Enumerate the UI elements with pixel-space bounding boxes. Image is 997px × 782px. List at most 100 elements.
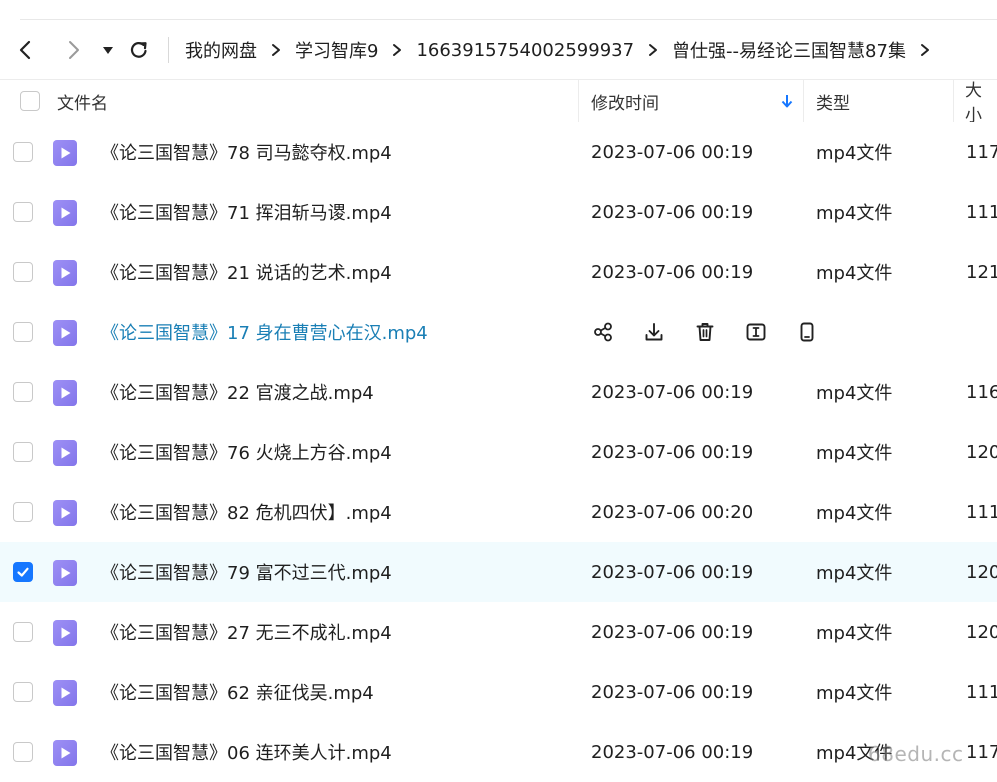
breadcrumb-item-current[interactable]: 曾仕强--易经论三国智慧87集 [672, 37, 906, 63]
file-row[interactable]: 《论三国智慧》22 官渡之战.mp4 2023-07-06 00:19 mp4文件 1… [0, 362, 997, 422]
file-row[interactable]: 《论三国智慧》21 说话的艺术.mp4 2023-07-06 00:19 mp4文件… [0, 242, 997, 302]
file-row[interactable]: 《论三国智慧》62 亲征伐吴.mp4 2023-07-06 00:19 mp4文件 1… [0, 662, 997, 722]
column-header-modified[interactable]: 修改时间 [591, 80, 659, 122]
file-modified-time: 2023-07-06 00:19 [591, 381, 754, 403]
download-button[interactable] [641, 319, 667, 345]
file-row[interactable]: 《论三国智慧》06 连环美人计.mp4 2023-07-06 00:19 mp4文件… [0, 722, 997, 782]
row-checkbox[interactable] [13, 382, 33, 402]
column-header-type[interactable]: 类型 [816, 80, 850, 122]
file-name[interactable]: 《论三国智慧》79 富不过三代.mp4 [101, 542, 392, 602]
file-row[interactable]: 《论三国智慧》76 火烧上方谷.mp4 2023-07-06 00:19 mp4文件… [0, 422, 997, 482]
refresh-icon [130, 42, 147, 58]
file-type: mp4文件 [816, 443, 893, 464]
breadcrumb-item-folder[interactable]: 1663915754002599937 [416, 40, 634, 61]
watermark: 68edu.cc [868, 742, 964, 766]
file-modified-time: 2023-07-06 00:19 [591, 441, 754, 463]
file-name[interactable]: 《论三国智慧》22 官渡之战.mp4 [101, 362, 374, 422]
file-row[interactable]: 《论三国智慧》71 挥泪斩马谡.mp4 2023-07-06 00:19 mp4文件… [0, 182, 997, 242]
chevron-right-icon [271, 43, 281, 57]
file-modified-time: 2023-07-06 00:19 [591, 681, 754, 703]
file-size: 120 [966, 561, 997, 583]
column-divider [953, 80, 954, 122]
video-file-icon [52, 619, 78, 647]
sort-down-arrow-icon[interactable] [780, 80, 794, 122]
file-size: 120 [966, 621, 997, 643]
delete-icon [694, 321, 716, 343]
video-file-icon [52, 319, 78, 347]
breadcrumb-item-root[interactable]: 我的网盘 [185, 37, 257, 63]
file-name[interactable]: 《论三国智慧》17 身在曹营心在汉.mp4 [101, 302, 428, 362]
select-all-checkbox[interactable] [20, 80, 40, 122]
column-header-size[interactable]: 大小 [965, 80, 997, 122]
file-type: mp4文件 [816, 503, 893, 524]
column-divider [803, 80, 804, 122]
file-name[interactable]: 《论三国智慧》82 危机四伏】.mp4 [101, 482, 392, 542]
row-checkbox[interactable] [13, 262, 33, 282]
row-checkbox[interactable] [13, 682, 33, 702]
back-button[interactable] [10, 34, 42, 66]
file-modified-time: 2023-07-06 00:19 [591, 741, 754, 763]
breadcrumb-item-folder[interactable]: 学习智库9 [295, 37, 378, 63]
file-name[interactable]: 《论三国智慧》76 火烧上方谷.mp4 [101, 422, 392, 482]
row-checkbox[interactable] [13, 742, 33, 762]
breadcrumb: 我的网盘 学习智库9 1663915754002599937 曾仕强--易经论三… [185, 20, 944, 80]
video-file-icon [52, 559, 78, 587]
rename-button[interactable] [743, 319, 769, 345]
row-checkbox[interactable] [13, 562, 33, 582]
file-modified-time: 2023-07-06 00:19 [591, 561, 754, 583]
file-modified-time: 2023-07-06 00:19 [591, 261, 754, 283]
video-file-icon [52, 499, 78, 527]
row-checkbox[interactable] [13, 322, 33, 342]
file-type: mp4文件 [816, 263, 893, 284]
file-size: 117 [966, 141, 997, 163]
column-divider [578, 80, 579, 122]
send-to-phone-button[interactable] [794, 319, 820, 345]
file-size: 111 [966, 681, 997, 703]
row-checkbox[interactable] [13, 142, 33, 162]
file-row[interactable]: 《论三国智慧》78 司马懿夺权.mp4 2023-07-06 00:19 mp4文件… [0, 122, 997, 182]
delete-button[interactable] [692, 319, 718, 345]
video-file-icon [52, 199, 78, 227]
row-checkbox[interactable] [13, 622, 33, 642]
file-row[interactable]: 《论三国智慧》17 身在曹营心在汉.mp4 [0, 302, 997, 362]
send-to-phone-icon [796, 321, 818, 343]
file-size: 120 [966, 441, 997, 463]
caret-down-icon [103, 47, 113, 54]
video-file-icon [52, 139, 78, 167]
nav-separator [168, 37, 169, 63]
chevron-right-icon [392, 43, 402, 57]
file-modified-time: 2023-07-06 00:19 [591, 621, 754, 643]
column-header-name[interactable]: 文件名 [57, 80, 108, 122]
top-divider [20, 0, 997, 20]
file-name[interactable]: 《论三国智慧》21 说话的艺术.mp4 [101, 242, 392, 302]
forward-button[interactable] [57, 34, 89, 66]
file-name[interactable]: 《论三国智慧》06 连环美人计.mp4 [101, 722, 392, 782]
file-row[interactable]: 《论三国智慧》27 无三不成礼.mp4 2023-07-06 00:19 mp4文件… [0, 602, 997, 662]
row-action-bar [590, 302, 845, 362]
share-button[interactable] [590, 319, 616, 345]
file-size: 117 [966, 741, 997, 763]
file-name[interactable]: 《论三国智慧》78 司马懿夺权.mp4 [101, 122, 392, 182]
file-type: mp4文件 [816, 383, 893, 404]
file-name[interactable]: 《论三国智慧》27 无三不成礼.mp4 [101, 602, 392, 662]
file-name[interactable]: 《论三国智慧》62 亲征伐吴.mp4 [101, 662, 374, 722]
row-checkbox[interactable] [13, 502, 33, 522]
file-row[interactable]: 《论三国智慧》82 危机四伏】.mp4 2023-07-06 00:20 mp4文件… [0, 482, 997, 542]
row-checkbox[interactable] [13, 442, 33, 462]
file-size: 116 [966, 381, 997, 403]
rename-icon [745, 321, 767, 343]
file-modified-time: 2023-07-06 00:19 [591, 141, 754, 163]
history-dropdown-button[interactable] [92, 34, 124, 66]
refresh-button[interactable] [123, 34, 155, 66]
file-modified-time: 2023-07-06 00:20 [591, 501, 754, 523]
file-list: 《论三国智慧》78 司马懿夺权.mp4 2023-07-06 00:19 mp4文件… [0, 122, 997, 782]
video-file-icon [52, 739, 78, 767]
file-size: 111 [966, 201, 997, 223]
file-size: 121 [966, 261, 997, 283]
file-row[interactable]: 《论三国智慧》79 富不过三代.mp4 2023-07-06 00:19 mp4文件… [0, 542, 997, 602]
video-file-icon [52, 439, 78, 467]
file-type: mp4文件 [816, 563, 893, 584]
file-name[interactable]: 《论三国智慧》71 挥泪斩马谡.mp4 [101, 182, 392, 242]
chevron-right-icon [648, 43, 658, 57]
row-checkbox[interactable] [13, 202, 33, 222]
